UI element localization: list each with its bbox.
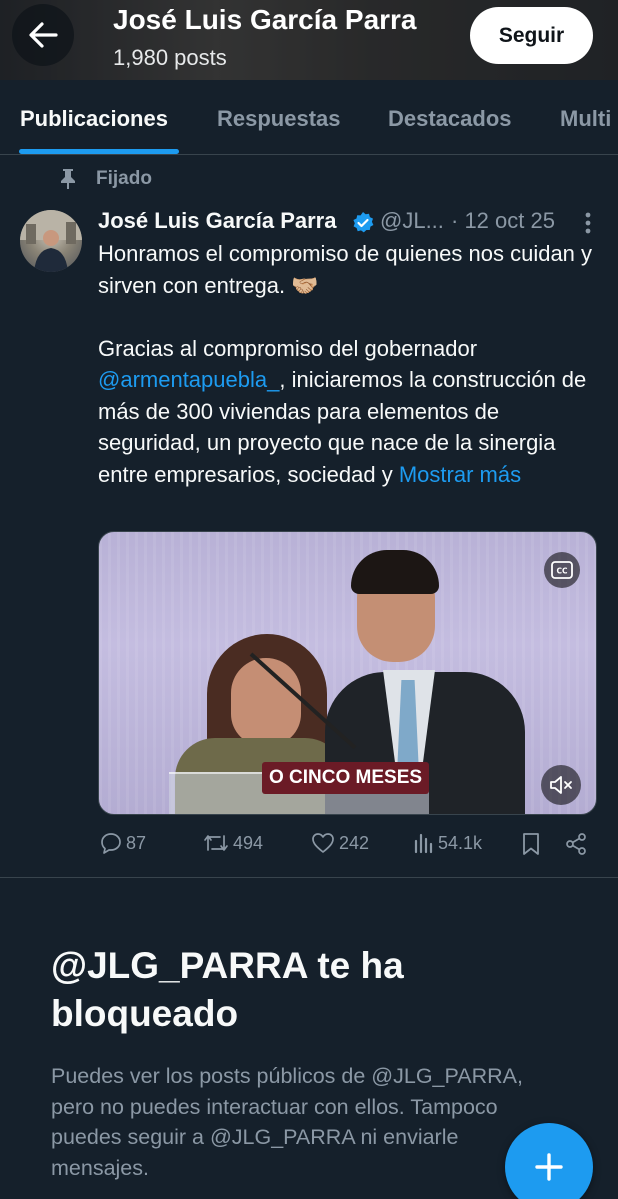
bookmark-button[interactable] [521,832,541,856]
tweet-date[interactable]: · 12 oct 25 [451,208,555,234]
profile-header: José Luis García Parra 1,980 posts Segui… [0,0,618,80]
profile-tabs: Publicaciones Respuestas Destacados Mult… [0,80,618,155]
share-button[interactable] [564,832,588,856]
tweet-text-before-mention: Gracias al compromiso del gobernador [98,335,478,361]
video-subtitle: O CINCO MESES [262,762,430,794]
share-icon [566,833,586,855]
captions-button[interactable]: CC [544,552,580,588]
profile-name: José Luis García Parra [113,4,417,35]
repost-count: 494 [233,832,264,853]
tab-respuestas[interactable]: Respuestas [217,106,341,132]
tab-publicaciones[interactable]: Publicaciones [20,106,168,132]
mention-link[interactable]: @armentapuebla_ [98,367,279,392]
compose-button[interactable] [505,1123,593,1199]
like-count: 242 [339,832,370,853]
pinned-label: Fijado [96,168,152,189]
pinned-indicator: Fijado [58,168,152,190]
post-count: 1,980 posts [113,45,227,70]
reply-button[interactable]: 87 [100,832,146,854]
follow-button[interactable]: Seguir [470,7,593,64]
tweet-paragraph-2: Gracias al compromiso del gobernador @ar… [98,333,603,491]
reply-count: 87 [126,832,147,853]
reply-icon [101,833,121,854]
plus-icon [535,1153,563,1181]
speaker-muted-icon [550,776,572,794]
blocked-title: @JLG_PARRA te ha bloqueado [51,945,404,1034]
arrow-left-icon [29,22,58,48]
heart-icon [312,833,334,853]
avatar-image [20,210,82,272]
active-tab-indicator [19,149,179,154]
tweet-author-handle[interactable]: @JL... [380,208,444,234]
views-button[interactable]: 54.1k [414,832,482,854]
tab-multimedia[interactable]: Multi [560,106,611,132]
paragraph-spacer [98,301,603,333]
repost-button[interactable]: 494 [203,832,263,854]
tweet-text: Honramos el compromiso de quienes nos cu… [98,238,603,490]
more-options-icon[interactable] [578,212,598,234]
tweet-paragraph-1: Honramos el compromiso de quienes nos cu… [98,241,593,298]
tab-destacados[interactable]: Destacados [388,106,512,132]
back-button[interactable] [12,4,74,66]
repost-icon [204,835,228,851]
mute-button[interactable] [541,765,581,805]
verified-badge-icon [353,212,374,233]
pin-icon [61,169,75,189]
blocked-description: Puedes ver los posts públicos de @JLG_PA… [51,1064,523,1180]
view-count: 54.1k [438,832,483,853]
like-button[interactable]: 242 [311,832,369,854]
tweet-video[interactable]: CC O CINCO MESES [98,531,597,815]
bar-chart-icon [414,833,433,854]
tweet-author-name[interactable]: José Luis García Parra [98,208,336,234]
section-divider [0,877,618,878]
video-frame-detail [231,658,301,746]
tweet-author-row: José Luis García Parra @JL... · 12 oct 2… [98,208,603,238]
avatar[interactable] [20,210,82,272]
bookmark-icon [523,833,539,855]
svg-text:CC: CC [556,567,568,576]
show-more-link[interactable]: Mostrar más [399,462,521,487]
captions-icon: CC [551,561,573,579]
